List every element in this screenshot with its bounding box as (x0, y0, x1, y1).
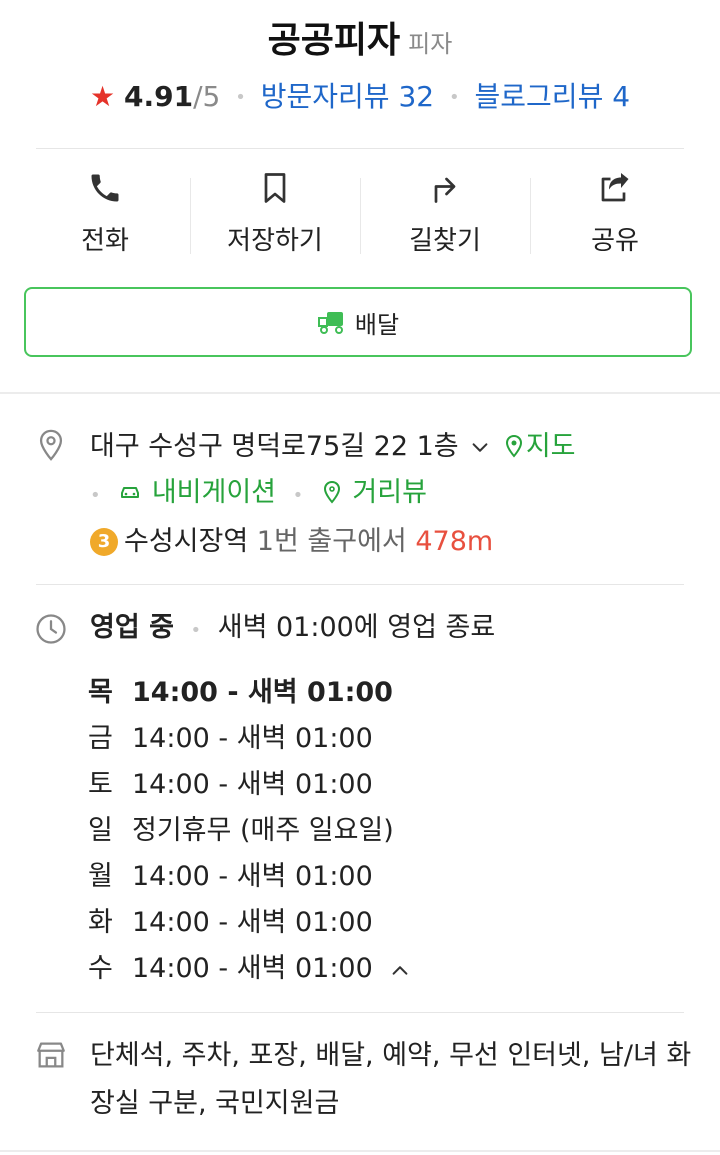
store-icon (37, 1042, 65, 1068)
navigation-label: 내비게이션 (151, 477, 277, 508)
rating-row: ★ 4.91/5 • 방문자리뷰 32 • 블로그리뷰 4 (0, 79, 720, 116)
hours-list: 목 14:00 - 새벽 01:00 금 14:00 - 새벽 01:00 토 14:… (88, 670, 413, 992)
call-label: 전화 (81, 226, 129, 256)
station-distance: 478m (415, 526, 494, 557)
separator-dot: • (190, 620, 202, 641)
save-button[interactable]: 저장하기 (190, 170, 360, 260)
map-link-label: 지도 (525, 431, 576, 462)
action-bar: 전화 저장하기 길찾기 공유 (20, 170, 700, 260)
phone-icon (91, 174, 119, 202)
place-header: 공공피자 피자 ★ 4.91/5 • 방문자리뷰 32 • 블로그리뷰 4 (0, 18, 720, 116)
hours-row-wednesday: 수 14:00 - 새벽 01:00 (88, 946, 413, 992)
separator-dot: • (90, 485, 101, 506)
location-pin-icon (39, 429, 63, 461)
chevron-down-icon[interactable] (467, 437, 493, 459)
divider (36, 584, 684, 585)
hours-row-monday: 월 14:00 - 새벽 01:00 (88, 861, 373, 892)
open-status: 영업 중 (90, 612, 174, 643)
clock-icon (36, 614, 66, 644)
directions-button[interactable]: 길찾기 (360, 170, 530, 260)
blog-reviews-link[interactable]: 블로그리뷰 4 (475, 80, 631, 113)
delivery-label: 배달 (354, 310, 400, 339)
hours-row-sunday: 일 정기휴무 (매주 일요일) (88, 815, 394, 846)
delivery-truck-icon (317, 312, 343, 334)
chevron-up-icon[interactable] (387, 959, 413, 981)
address-text[interactable]: 대구 수성구 명덕로75길 22 1층 (90, 431, 459, 462)
divider (36, 148, 684, 149)
station-name: 수성시장역 (124, 526, 249, 557)
directions-label: 길찾기 (409, 226, 481, 256)
share-label: 공유 (591, 226, 639, 256)
streetview-pin-icon (323, 480, 340, 504)
address-line: 대구 수성구 명덕로75길 22 1층 지도 (90, 424, 700, 470)
section-divider (0, 392, 720, 394)
address-block: 대구 수성구 명덕로75길 22 1층 지도 • 내비게이션 • 거리뷰 3 수성… (90, 424, 700, 565)
divider (36, 1012, 684, 1013)
subway-line-badge: 3 (90, 528, 118, 556)
place-name: 공공피자 (267, 20, 401, 61)
streetview-link[interactable]: 거리뷰 (320, 477, 427, 508)
bookmark-icon (264, 173, 286, 203)
map-link[interactable]: 지도 (502, 431, 576, 462)
delivery-button[interactable]: 배달 (24, 287, 692, 357)
rating-score: 4.91 (123, 80, 194, 113)
call-button[interactable]: 전화 (20, 170, 190, 260)
directions-icon (434, 177, 456, 203)
visitor-reviews-link[interactable]: 방문자리뷰 32 (261, 80, 434, 113)
address-links: • 내비게이션 • 거리뷰 (90, 470, 700, 519)
section-divider (0, 1150, 720, 1152)
hours-row-tuesday: 화 14:00 - 새벽 01:00 (88, 907, 373, 938)
streetview-label: 거리뷰 (352, 477, 427, 508)
separator-dot: • (235, 87, 246, 108)
separator-dot: • (449, 87, 460, 108)
facilities-text: 단체석, 주차, 포장, 배달, 예약, 무선 인터넷, 남/녀 화장실 구분,… (90, 1040, 692, 1119)
share-icon (601, 173, 629, 202)
station-line: 3 수성시장역 1번 출구에서 478m (90, 519, 700, 565)
map-pin-icon (505, 434, 522, 458)
navigation-link[interactable]: 내비게이션 (117, 477, 284, 508)
hours-status[interactable]: 영업 중 • 새벽 01:00에 영업 종료 (90, 608, 495, 651)
station-exit: 1번 출구에서 (256, 526, 407, 557)
star-icon: ★ (89, 80, 116, 113)
share-button[interactable]: 공유 (530, 170, 700, 260)
hours-row-thursday: 목 14:00 - 새벽 01:00 (88, 677, 393, 708)
rating-suffix: /5 (193, 80, 221, 113)
hours-row-saturday: 토 14:00 - 새벽 01:00 (88, 769, 373, 800)
place-title-row: 공공피자 피자 (0, 18, 720, 67)
closing-note: 새벽 01:00에 영업 종료 (217, 612, 496, 643)
save-label: 저장하기 (227, 226, 323, 256)
place-category: 피자 (408, 30, 453, 58)
hours-row-friday: 금 14:00 - 새벽 01:00 (88, 723, 373, 754)
separator-dot: • (292, 485, 304, 506)
car-icon (121, 487, 140, 498)
